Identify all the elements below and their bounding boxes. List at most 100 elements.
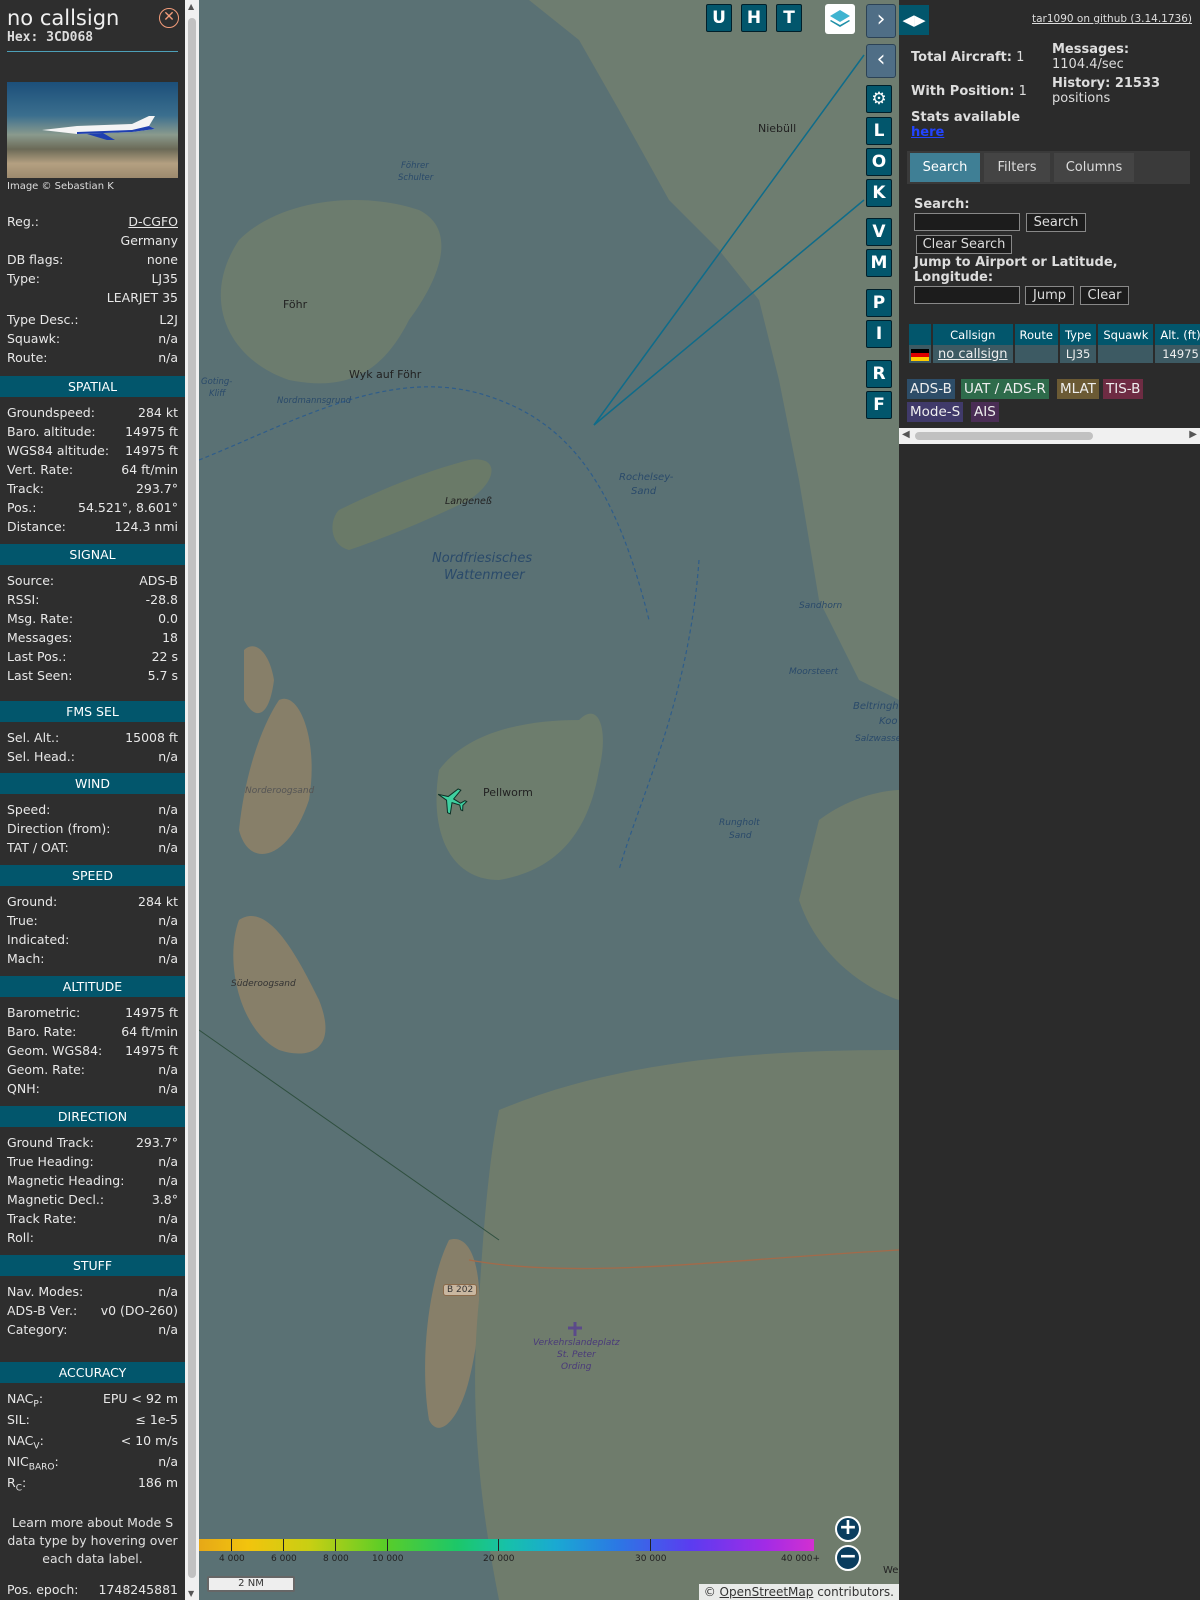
- info-row: Geom. WGS84: 14975 ft: [7, 1041, 178, 1060]
- info-row-type: Type: LJ35: [7, 269, 178, 288]
- place-label: Nordmannsgrund: [277, 396, 352, 406]
- section-header-fms: FMS SEL: [0, 701, 185, 722]
- section-header-stuff: STUFF: [0, 1255, 185, 1276]
- info-label-text: Geom. Rate:: [7, 1062, 86, 1077]
- aircraft-info-sidebar: no callsign Hex: 3CD068 ✕ Image © Sebast…: [0, 0, 185, 1600]
- info-label: Baro. Rate:: [7, 1022, 76, 1041]
- clear-button[interactable]: Clear: [1080, 286, 1129, 305]
- map-button-k[interactable]: K: [866, 179, 892, 207]
- info-label: Pos. epoch:: [7, 1582, 79, 1597]
- clear-search-button[interactable]: Clear Search: [916, 235, 1012, 254]
- map-button-i[interactable]: I: [866, 320, 892, 348]
- column-header-callsign[interactable]: Callsign: [933, 324, 1013, 345]
- map-button-r[interactable]: R: [866, 360, 892, 388]
- column-header-altitude[interactable]: Alt. (ft): [1155, 324, 1200, 345]
- altitude-tick: [498, 1539, 499, 1551]
- sidebar-scrollbar[interactable]: ▲ ▼: [185, 0, 199, 1600]
- info-row-type-name: LEARJET 35: [7, 288, 178, 307]
- tab-columns[interactable]: Columns: [1054, 153, 1134, 182]
- attribution-link[interactable]: OpenStreetMap: [720, 1585, 814, 1599]
- column-header-route[interactable]: Route: [1014, 324, 1058, 345]
- info-label: Last Seen:: [7, 666, 72, 685]
- chevron-right-icon[interactable]: ›: [866, 4, 896, 38]
- table-cell-callsign[interactable]: no callsign: [933, 345, 1013, 363]
- map-button-m[interactable]: M: [866, 249, 892, 277]
- column-header-type[interactable]: Type: [1059, 324, 1097, 345]
- info-label-text: RSSI:: [7, 592, 40, 607]
- info-label: Squawk:: [7, 331, 61, 346]
- layers-icon[interactable]: [825, 4, 855, 34]
- section-header-speed: SPEED: [0, 865, 185, 886]
- map-button-h[interactable]: H: [741, 4, 767, 32]
- stat-label: Total Aircraft:: [911, 50, 1012, 65]
- info-label: Pos.:: [7, 498, 36, 517]
- divider: [7, 51, 178, 52]
- map-button-p[interactable]: P: [866, 289, 892, 317]
- chevron-left-icon[interactable]: ‹: [866, 44, 896, 78]
- place-label: Norderoogsand: [245, 786, 315, 796]
- column-header-squawk[interactable]: Squawk: [1098, 324, 1154, 345]
- scale-bar: 2 NM: [207, 1576, 295, 1592]
- map-button-u[interactable]: U: [706, 4, 732, 32]
- info-value: 18: [162, 630, 178, 645]
- info-value: 284 kt: [138, 894, 178, 909]
- map-button-f[interactable]: F: [866, 391, 892, 419]
- tab-filters[interactable]: Filters: [984, 153, 1050, 182]
- info-label-text: Nav. Modes:: [7, 1284, 84, 1299]
- table-row[interactable]: no callsign LJ35 14975: [909, 345, 1200, 363]
- info-row: Sel. Head.: n/a: [7, 747, 178, 766]
- info-row: Barometric: 14975 ft: [7, 1003, 178, 1022]
- info-value: Germany: [120, 233, 178, 248]
- map-view[interactable]: Niebüll Föhr Wyk auf Föhr Langeneß Nordf…: [199, 0, 899, 1600]
- stats-link[interactable]: here: [911, 125, 944, 140]
- info-label: Type:: [7, 271, 40, 286]
- search-button[interactable]: Search: [1026, 213, 1086, 232]
- search-label: Search:: [914, 197, 970, 212]
- altitude-label: 6 000: [271, 1554, 297, 1564]
- place-label: Kliff: [209, 389, 226, 399]
- registration-link[interactable]: D-CGFO: [128, 212, 178, 231]
- info-label: Track Rate:: [7, 1209, 77, 1228]
- history-value: positions: [1052, 91, 1111, 106]
- tab-search[interactable]: Search: [910, 153, 980, 182]
- map-button-o[interactable]: O: [866, 148, 892, 176]
- map-button-t[interactable]: T: [776, 4, 802, 32]
- source-legend-modes: Mode-S: [907, 402, 964, 422]
- table-horizontal-scrollbar[interactable]: ◀ ▶: [899, 428, 1200, 444]
- map-button-v[interactable]: V: [866, 218, 892, 246]
- column-header-flag[interactable]: [909, 324, 931, 345]
- jump-button[interactable]: Jump: [1025, 286, 1074, 305]
- search-input[interactable]: [914, 213, 1020, 231]
- info-value: n/a: [158, 951, 178, 966]
- info-value: 186 m: [137, 1475, 178, 1490]
- info-value: 284 kt: [138, 405, 178, 420]
- scrollbar-thumb[interactable]: [188, 18, 196, 1578]
- info-label: DB flags:: [7, 252, 64, 267]
- expand-collapse-icon[interactable]: ◀▶: [899, 5, 929, 35]
- info-label-subscript: V: [33, 1441, 40, 1452]
- zoom-out-button[interactable]: −: [835, 1545, 861, 1571]
- info-label-text: True Heading:: [7, 1154, 94, 1169]
- zoom-in-button[interactable]: +: [835, 1516, 861, 1542]
- info-row: Ground: 284 kt: [7, 892, 178, 911]
- info-row: Source: ADS-B: [7, 571, 178, 590]
- place-label: St. Peter: [557, 1350, 596, 1360]
- jump-input[interactable]: [914, 286, 1020, 304]
- info-label: TAT / OAT:: [7, 838, 69, 857]
- info-row: Roll: n/a: [7, 1228, 178, 1247]
- place-label: Langeneß: [445, 496, 492, 507]
- map-button-l[interactable]: L: [866, 117, 892, 145]
- aircraft-photo[interactable]: [7, 82, 178, 178]
- github-link[interactable]: tar1090 on github (3.14.1736): [1032, 13, 1192, 25]
- info-label-text: Ground Track:: [7, 1135, 94, 1150]
- info-value: L2J: [159, 312, 178, 327]
- close-icon[interactable]: ✕: [159, 8, 179, 28]
- source-legend-adsb: ADS-B: [907, 379, 955, 399]
- info-label-subscript: BARO: [28, 1462, 55, 1473]
- info-value: n/a: [158, 1081, 178, 1096]
- info-label: QNH:: [7, 1079, 40, 1098]
- gear-icon[interactable]: ⚙: [866, 85, 892, 113]
- info-label: Indicated:: [7, 930, 69, 949]
- scrollbar-thumb[interactable]: [915, 432, 1093, 440]
- place-label: Süderoogsand: [231, 979, 296, 989]
